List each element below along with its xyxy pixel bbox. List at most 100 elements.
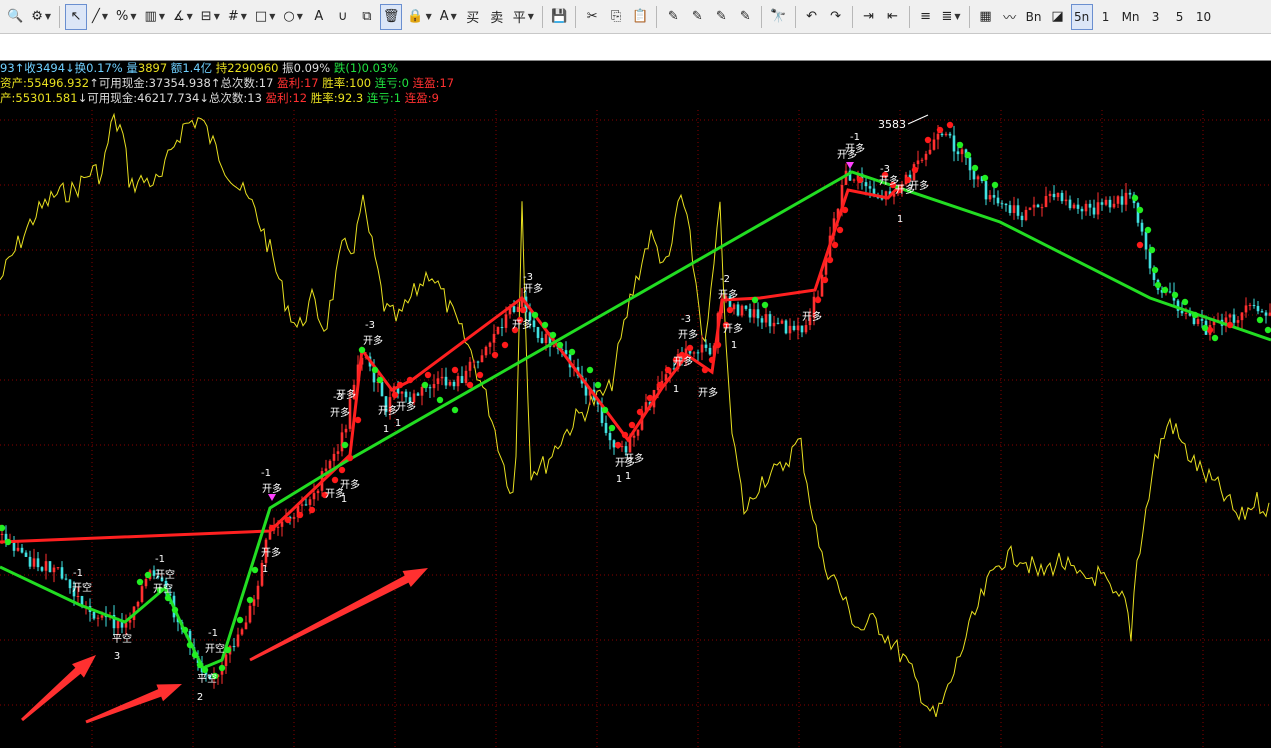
candle-body — [308, 499, 312, 505]
pen-clear-icon[interactable]: ✎ — [734, 4, 756, 30]
period-5n-button[interactable]: 5n — [1070, 3, 1093, 30]
settings-icon[interactable]: ⚙ ▼ — [28, 4, 54, 30]
zoom-icon-glyph: 🔍 — [7, 9, 24, 24]
red-signal-dot — [424, 371, 432, 379]
copy-icon[interactable]: ⎘ — [605, 4, 627, 30]
outdent-icon[interactable]: ⇤ — [882, 4, 904, 30]
code-input-bar[interactable] — [0, 34, 1271, 61]
pen-icon[interactable]: ✎ — [662, 4, 684, 30]
flat-mark-icon[interactable]: 平 ▼ — [510, 4, 537, 30]
magnet-icon[interactable]: ∪ — [332, 4, 354, 30]
bn-button[interactable]: Bn — [1023, 4, 1045, 30]
candle-body — [76, 596, 80, 598]
angle-tool-icon[interactable]: ∡ ▼ — [170, 4, 196, 30]
font-color-icon[interactable]: A ▼ — [437, 4, 460, 30]
table-view-icon[interactable]: ▦ — [975, 4, 997, 30]
candle-body — [144, 579, 148, 587]
rectangle-tool-icon-glyph: □ — [254, 9, 268, 24]
candle-body — [692, 352, 696, 354]
candle-body — [336, 451, 340, 454]
period-5-button[interactable]: 5 — [1169, 4, 1191, 30]
candle-body — [404, 391, 408, 398]
period-10-button[interactable]: 10 — [1193, 4, 1215, 30]
candle-body — [768, 314, 772, 327]
info-value: 连亏:0 — [371, 76, 409, 90]
candle-body — [1116, 196, 1120, 204]
candle-body — [928, 149, 932, 154]
period-3-button[interactable]: 3 — [1145, 4, 1167, 30]
red-signal-dot — [708, 356, 716, 364]
pen-remove-icon[interactable]: ✎ — [710, 4, 732, 30]
copy-shape-icon[interactable]: ⧉ — [356, 4, 378, 30]
candle-body — [1108, 199, 1112, 208]
candle-body — [704, 344, 708, 348]
red-signal-dot — [621, 431, 629, 439]
red-signal-dot — [936, 126, 944, 134]
buy-mark-icon[interactable]: 买 — [462, 4, 484, 30]
undo-icon[interactable]: ↶ — [801, 4, 823, 30]
sublist-icon-glyph: ≣ — [941, 9, 953, 24]
info-value: 0.09% — [293, 61, 331, 75]
lock-icon[interactable]: 🔒 ▼ — [404, 4, 434, 30]
candle-body — [780, 320, 784, 324]
candle-body — [1048, 193, 1052, 197]
candle-body — [456, 376, 460, 387]
parallel-tool-icon[interactable]: ⊟ ▼ — [198, 4, 223, 30]
green-signal-dot — [1201, 324, 1209, 332]
text-tool-icon[interactable]: A — [308, 4, 330, 30]
signal-label: 开多 — [523, 282, 543, 295]
find-icon[interactable]: 🔭 — [767, 4, 789, 30]
k-line-chart[interactable]: -1开多开多-3开多开多开多1-3开多开多-2开多开多1-3开多开多1 开多开多-… — [0, 61, 1271, 748]
sell-mark-icon[interactable]: 卖 — [486, 4, 508, 30]
period-mn-button[interactable]: Mn — [1119, 4, 1143, 30]
period-1-button[interactable]: 1 — [1095, 4, 1117, 30]
area-chart-icon[interactable]: ◪ — [1047, 4, 1069, 30]
ellipse-tool-icon[interactable]: ○ ▼ — [280, 4, 306, 30]
chevron-down-icon: ▼ — [296, 12, 303, 21]
grid-tool-icon[interactable]: ▥ ▼ — [142, 4, 168, 30]
settings-icon-glyph: ⚙ — [31, 9, 43, 24]
red-signal-dot — [701, 366, 709, 374]
candle-body — [452, 381, 456, 387]
signal-label: 开多 — [718, 288, 738, 301]
candle-body — [1036, 204, 1040, 208]
signal-label: 开多 — [330, 406, 350, 419]
redo-icon[interactable]: ↷ — [825, 4, 847, 30]
save-icon[interactable]: 💾 — [548, 4, 570, 30]
green-signal-dot — [136, 578, 144, 586]
green-signal-dot — [956, 141, 964, 149]
list-icon[interactable]: ≡ — [915, 4, 937, 30]
zoom-icon[interactable]: 🔍 — [4, 4, 26, 30]
signal-label: 1 — [625, 471, 631, 482]
paste-icon[interactable]: 📋 — [629, 4, 651, 30]
percent-tool-icon[interactable]: % ▼ — [113, 4, 140, 30]
green-signal-dot — [971, 164, 979, 172]
candle-body — [1068, 199, 1072, 209]
line-tool-icon[interactable]: ╱ ▼ — [89, 4, 111, 30]
cut-icon[interactable]: ✂ — [581, 4, 603, 30]
candle-body — [400, 391, 404, 394]
candle-body — [1096, 202, 1100, 215]
candle-body — [948, 133, 952, 136]
green-signal-dot — [586, 366, 594, 374]
green-signal-dot — [451, 406, 459, 414]
candle-body — [92, 611, 96, 619]
delete-icon[interactable]: 🗑 — [379, 3, 403, 30]
pointer-icon[interactable]: ↖ — [65, 3, 87, 30]
candle-body — [532, 320, 536, 328]
green-signal-dot — [1136, 206, 1144, 214]
signal-label: 开多 — [262, 482, 282, 495]
indent-icon[interactable]: ⇥ — [858, 4, 880, 30]
hash-tool-icon[interactable]: # ▼ — [225, 4, 250, 30]
line-chart-icon[interactable]: 〰 — [999, 4, 1021, 30]
pen-add-icon[interactable]: ✎ — [686, 4, 708, 30]
red-signal-dot — [466, 381, 474, 389]
rectangle-tool-icon[interactable]: □ ▼ — [252, 4, 278, 30]
toolbar-separator — [908, 5, 910, 28]
sublist-icon[interactable]: ≣ ▼ — [939, 4, 964, 30]
candle-body — [116, 621, 120, 629]
candle-body — [1064, 199, 1068, 202]
candle-body — [416, 393, 420, 396]
toolbar-separator — [575, 5, 577, 28]
long-backtest-row: 资产:55496.932↑可用现金:37354.938↑总次数:17 盈利:17… — [0, 76, 600, 91]
